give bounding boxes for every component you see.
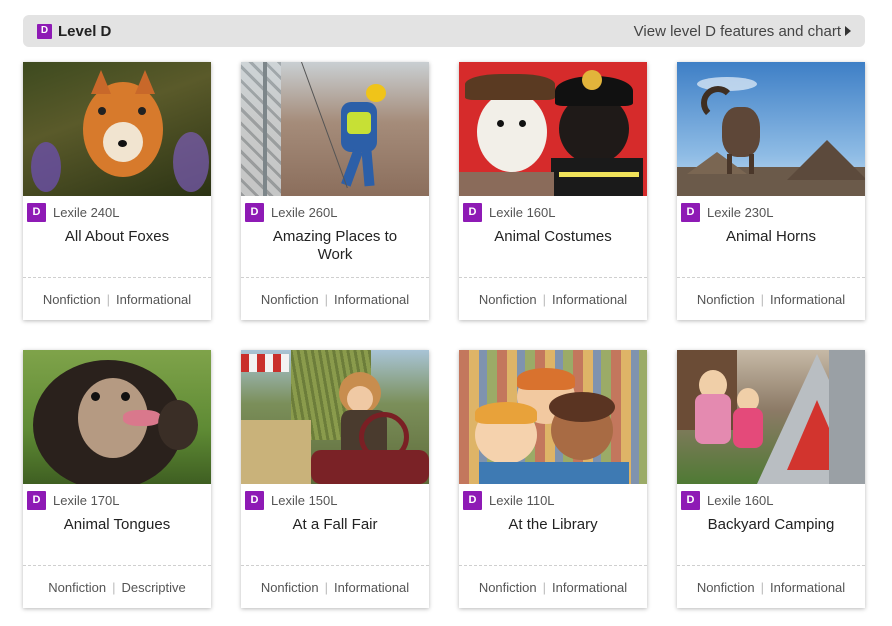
book-meta: D Lexile 230L (677, 196, 865, 223)
genre-tag: Nonfiction (260, 579, 319, 595)
lexile-level: Lexile 240L (53, 204, 120, 220)
genre-tag: Nonfiction (48, 579, 107, 595)
book-title[interactable]: Animal Horns (677, 223, 865, 277)
lexile-level: Lexile 110L (489, 492, 555, 508)
tag-separator: | (324, 291, 329, 307)
caret-right-icon (845, 26, 851, 36)
book-tags: Nonfiction | Descriptive (23, 565, 211, 608)
lexile-level: Lexile 230L (707, 204, 774, 220)
text-type-tag: Descriptive (121, 579, 186, 595)
lexile-level: Lexile 160L (489, 204, 556, 220)
book-meta: D Lexile 160L (459, 196, 647, 223)
book-cover-image[interactable] (241, 350, 429, 484)
tag-separator: | (542, 291, 547, 307)
genre-tag: Nonfiction (696, 579, 755, 595)
lexile-level: Lexile 150L (271, 492, 338, 508)
genre-tag: Nonfiction (478, 291, 537, 307)
genre-tag: Nonfiction (260, 291, 319, 307)
book-title[interactable]: At a Fall Fair (241, 511, 429, 565)
book-title[interactable]: Animal Costumes (459, 223, 647, 277)
tag-separator: | (112, 579, 116, 595)
book-tags: Nonfiction | Informational (459, 277, 647, 320)
lexile-level: Lexile 160L (707, 492, 774, 508)
level-badge: D (463, 490, 482, 510)
tag-separator: | (760, 291, 765, 307)
book-card-animal-horns[interactable]: D Lexile 230L Animal Horns Nonfiction | … (677, 62, 865, 320)
book-tags: Nonfiction | Informational (677, 277, 865, 320)
level-badge: D (245, 202, 264, 222)
level-badge: D (245, 490, 264, 510)
text-type-tag: Informational (770, 579, 846, 595)
lexile-level: Lexile 260L (271, 204, 338, 220)
level-badge: D (27, 202, 46, 222)
book-card-at-the-library[interactable]: D Lexile 110L At the Library Nonfiction … (459, 350, 647, 608)
level-header-bar: D Level D View level D features and char… (23, 15, 865, 47)
book-card-animal-tongues[interactable]: D Lexile 170L Animal Tongues Nonfiction … (23, 350, 211, 608)
text-type-tag: Informational (552, 291, 628, 307)
level-title: Level D (58, 22, 112, 40)
book-cover-image[interactable] (23, 350, 211, 484)
text-type-tag: Informational (552, 579, 628, 595)
book-cover-image[interactable] (241, 62, 429, 196)
genre-tag: Nonfiction (42, 291, 101, 307)
level-badge: D (27, 490, 46, 510)
book-meta: D Lexile 240L (23, 196, 211, 223)
level-badge: D (463, 202, 482, 222)
lexile-level: Lexile 170L (53, 492, 120, 508)
tag-separator: | (542, 579, 547, 595)
level-badge: D (681, 490, 700, 510)
book-cover-image[interactable] (459, 62, 647, 196)
genre-tag: Nonfiction (478, 579, 537, 595)
book-title[interactable]: Animal Tongues (23, 511, 211, 565)
book-tags: Nonfiction | Informational (23, 277, 211, 320)
tag-separator: | (324, 579, 329, 595)
book-tags: Nonfiction | Informational (241, 565, 429, 608)
book-title[interactable]: At the Library (459, 511, 647, 565)
book-card-all-about-foxes[interactable]: D Lexile 240L All About Foxes Nonfiction… (23, 62, 211, 320)
text-type-tag: Informational (334, 579, 410, 595)
tag-separator: | (760, 579, 765, 595)
view-level-features-link[interactable]: View level D features and chart (634, 23, 851, 40)
book-title[interactable]: Backyard Camping (677, 511, 865, 565)
book-tags: Nonfiction | Informational (459, 565, 647, 608)
book-meta: D Lexile 110L (459, 484, 647, 511)
book-meta: D Lexile 150L (241, 484, 429, 511)
level-heading: D Level D (37, 23, 111, 40)
book-card-amazing-places-to-work[interactable]: D Lexile 260L Amazing Places to Work Non… (241, 62, 429, 320)
level-badge: D (37, 23, 52, 39)
book-cover-image[interactable] (459, 350, 647, 484)
book-tags: Nonfiction | Informational (677, 565, 865, 608)
tag-separator: | (106, 291, 111, 307)
text-type-tag: Informational (116, 291, 192, 307)
text-type-tag: Informational (334, 291, 410, 307)
book-meta: D Lexile 260L (241, 196, 429, 223)
genre-tag: Nonfiction (696, 291, 755, 307)
book-card-backyard-camping[interactable]: D Lexile 160L Backyard Camping Nonfictio… (677, 350, 865, 608)
text-type-tag: Informational (770, 291, 846, 307)
view-level-features-label: View level D features and chart (633, 22, 841, 40)
level-badge: D (681, 202, 700, 222)
book-title[interactable]: Amazing Places to Work (241, 223, 429, 277)
book-title[interactable]: All About Foxes (23, 223, 211, 277)
book-cover-image[interactable] (23, 62, 211, 196)
book-tags: Nonfiction | Informational (241, 277, 429, 320)
book-card-animal-costumes[interactable]: D Lexile 160L Animal Costumes Nonfiction… (459, 62, 647, 320)
book-cover-image[interactable] (677, 350, 865, 484)
book-cover-image[interactable] (677, 62, 865, 196)
book-meta: D Lexile 160L (677, 484, 865, 511)
book-card-at-a-fall-fair[interactable]: D Lexile 150L At a Fall Fair Nonfiction … (241, 350, 429, 608)
book-meta: D Lexile 170L (23, 484, 211, 511)
